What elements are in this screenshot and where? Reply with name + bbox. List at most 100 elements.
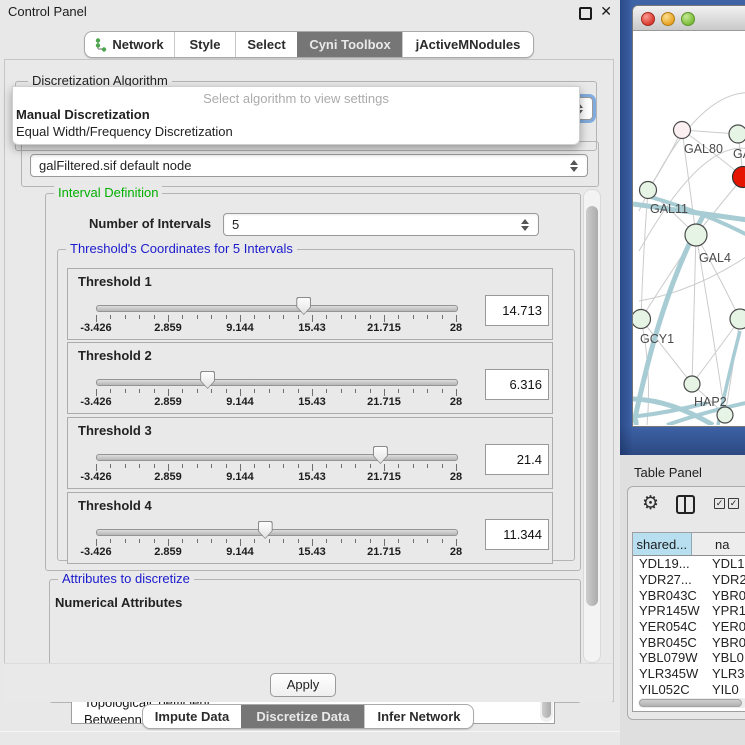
tab-impute-data[interactable]: Impute Data: [143, 705, 241, 728]
network-node-unnamed[interactable]: [717, 407, 733, 423]
tab-discretize-data[interactable]: Discretize Data: [241, 705, 364, 728]
cell[interactable]: YIL052C: [633, 682, 708, 697]
float-window-icon[interactable]: [579, 7, 592, 20]
close-icon[interactable]: ✕: [600, 3, 612, 20]
gray-edge[interactable]: [696, 235, 740, 319]
threshold-3-label: Threshold 3: [78, 423, 152, 438]
threshold-2-slider[interactable]: [96, 379, 458, 386]
table-row[interactable]: YBR045CYBR0: [633, 634, 745, 650]
apply-button[interactable]: Apply: [270, 673, 336, 697]
tick-label: 21.715: [352, 396, 416, 408]
cell[interactable]: YBR045C: [633, 635, 708, 650]
cell[interactable]: YBL0: [708, 650, 744, 665]
table-row[interactable]: YDL19...YDL1: [633, 556, 745, 572]
table-panel: Table Panel ⚙ ✓ ✓ shared... na YDL19...Y…: [620, 455, 745, 745]
threshold-3-slider[interactable]: [96, 454, 458, 461]
tick-label: 9.144: [208, 322, 272, 334]
tick-label: 28: [424, 322, 488, 334]
num-intervals-combobox[interactable]: 5: [223, 213, 539, 236]
numerical-attributes-label: Numerical Attributes: [55, 595, 182, 610]
tick-label: 28: [424, 471, 488, 483]
tab-style[interactable]: Style: [174, 32, 235, 57]
cell[interactable]: YDL1: [708, 556, 745, 571]
tab-network[interactable]: Network: [85, 32, 174, 57]
columns-icon[interactable]: [676, 495, 695, 514]
gear-icon[interactable]: ⚙: [642, 494, 659, 513]
cell[interactable]: YIL0: [708, 682, 739, 697]
table-row[interactable]: YBR043CYBR0: [633, 587, 745, 603]
tab-jactivemnodules[interactable]: jActiveMNodules: [402, 32, 533, 57]
network-node-HAP2[interactable]: [684, 376, 700, 392]
tab-select[interactable]: Select: [235, 32, 297, 57]
threshold-2-slider-thumb[interactable]: [200, 371, 215, 389]
network-node-GCY1[interactable]: [633, 310, 651, 329]
cell[interactable]: YBR0: [708, 588, 745, 603]
network-node-H[interactable]: [730, 309, 745, 329]
cell[interactable]: YBL079W: [633, 650, 708, 665]
threshold-4-slider-thumb[interactable]: [258, 521, 273, 539]
panel-vertical-scrollbar[interactable]: [583, 189, 601, 663]
table-data-value: galFiltered.sif default node: [39, 158, 191, 173]
threshold-1-slider[interactable]: [96, 305, 458, 312]
column-header-shared-name[interactable]: shared...: [633, 533, 692, 555]
threshold-3-value-field[interactable]: [485, 444, 549, 475]
network-node-GA[interactable]: [729, 125, 745, 143]
minimize-traffic-light[interactable]: [661, 12, 675, 26]
num-intervals-label: Number of Intervals: [89, 216, 211, 231]
gray-edge[interactable]: [648, 130, 682, 190]
tick-label: 2.859: [136, 396, 200, 408]
cell[interactable]: YPR1: [708, 603, 745, 618]
checkbox-icon[interactable]: ✓: [728, 498, 739, 509]
threshold-4-slider[interactable]: [96, 529, 458, 536]
tab-cyni-toolbox[interactable]: Cyni Toolbox: [297, 32, 402, 57]
cell[interactable]: YPR145W: [633, 603, 708, 618]
cell[interactable]: YLR345W: [633, 666, 708, 681]
table-data-combobox[interactable]: galFiltered.sif default node: [30, 154, 588, 177]
threshold-3-slider-thumb[interactable]: [373, 446, 388, 464]
gray-edge[interactable]: [692, 235, 696, 384]
scrollbar-thumb[interactable]: [586, 206, 598, 606]
popup-item-equal-width[interactable]: Equal Width/Frequency Discretization: [15, 124, 576, 139]
cell[interactable]: YER0: [708, 619, 745, 634]
gray-edge[interactable]: [692, 319, 740, 384]
network-node-GAL80[interactable]: [674, 122, 691, 139]
table-row[interactable]: YLR345WYLR3: [633, 666, 745, 682]
tick-label: 15.43: [280, 546, 344, 558]
threshold-2-value-field[interactable]: [485, 369, 549, 400]
popup-item-manual-discretization[interactable]: Manual Discretization: [15, 107, 576, 122]
cell[interactable]: YDR27...: [633, 572, 708, 587]
checkbox-icon[interactable]: ✓: [714, 498, 725, 509]
cell[interactable]: YER054C: [633, 619, 708, 634]
threshold-4-value-field[interactable]: [485, 519, 549, 550]
cell[interactable]: YBR043C: [633, 588, 708, 603]
threshold-1-slider-thumb[interactable]: [296, 297, 311, 315]
network-node-GAL4[interactable]: [685, 224, 707, 246]
network-window-titlebar[interactable]: [633, 6, 745, 31]
control-panel: Control Panel ✕ Network Style Select Cyn…: [0, 0, 621, 745]
tab-impute-data-label: Impute Data: [155, 709, 229, 724]
table-row[interactable]: YDR27...YDR2: [633, 572, 745, 588]
table-data-group: Table Data galFiltered.sif default node: [21, 141, 599, 187]
cell[interactable]: YLR3: [708, 666, 745, 681]
tick-label: 15.43: [280, 471, 344, 483]
column-header-name[interactable]: na: [692, 533, 745, 555]
table-row[interactable]: YER054CYER0: [633, 619, 745, 635]
cell[interactable]: YDL19...: [633, 556, 708, 571]
table-row[interactable]: YBL079WYBL0: [633, 650, 745, 666]
tick-label: 9.144: [208, 396, 272, 408]
table-row[interactable]: YIL052CYIL0: [633, 682, 745, 698]
cell[interactable]: YBR0: [708, 635, 745, 650]
tab-infer-network[interactable]: Infer Network: [364, 705, 473, 728]
network-node-GAL11[interactable]: [640, 182, 657, 199]
tab-network-label: Network: [112, 37, 163, 52]
zoom-traffic-light[interactable]: [681, 12, 695, 26]
network-canvas[interactable]: GAL80GACGAL11GAL4GCY1HHAP2: [633, 31, 745, 425]
close-traffic-light[interactable]: [641, 12, 655, 26]
node-label-GCY1: GCY1: [640, 332, 674, 346]
scrollbar-thumb[interactable]: [639, 699, 742, 707]
cell[interactable]: YDR2: [708, 572, 745, 587]
network-tree-icon: [95, 38, 107, 52]
threshold-1-value-field[interactable]: [485, 295, 549, 326]
table-horizontal-scrollbar[interactable]: [638, 698, 745, 708]
table-row[interactable]: YPR145WYPR1: [633, 603, 745, 619]
